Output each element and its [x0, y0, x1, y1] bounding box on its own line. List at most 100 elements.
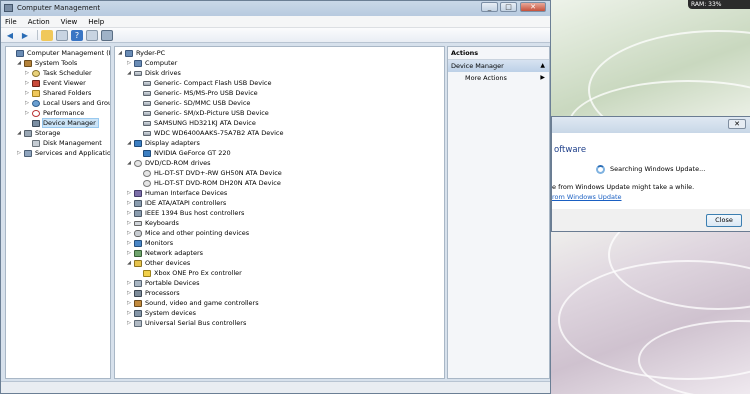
menu-file[interactable]: File	[5, 18, 17, 26]
title-bar[interactable]: Computer Management _ □ ✕	[1, 1, 550, 16]
expand-arrow-icon[interactable]: ▷	[126, 200, 132, 206]
expand-arrow-icon[interactable]: ▷	[24, 70, 30, 76]
console-tree-item[interactable]: ▷ Performance	[24, 108, 84, 118]
device-tree-item[interactable]: HL-DT-ST DVD+-RW GH50N ATA Device	[135, 168, 282, 178]
dialog-close-icon[interactable]: ✕	[728, 119, 746, 129]
device-tree-item[interactable]: ◢ Display adapters	[126, 138, 200, 148]
console-tree-item[interactable]: ▷ Shared Folders	[24, 88, 91, 98]
console-tree-item[interactable]: ▷ Task Scheduler	[24, 68, 92, 78]
device-tree-item[interactable]: WDC WD6400AAKS-75A7B2 ATA Device	[135, 128, 283, 138]
toolbar: ◀ ▶ ?	[1, 28, 550, 43]
device-tree-item[interactable]: HL-DT-ST DVD-ROM DH20N ATA Device	[135, 178, 281, 188]
console-tree-item[interactable]: ◢ Storage	[16, 128, 60, 138]
maximize-button[interactable]: □	[500, 2, 517, 12]
console-tree-item[interactable]: ▷ Services and Applications	[16, 148, 110, 158]
expand-arrow-icon[interactable]: ▷	[24, 90, 30, 96]
expand-arrow-icon[interactable]: ▷	[126, 320, 132, 326]
disp-icon	[134, 139, 142, 147]
up-folder-icon[interactable]	[41, 29, 53, 41]
expand-arrow-icon[interactable]: ▷	[126, 300, 132, 306]
expand-arrow-icon[interactable]: ▷	[126, 220, 132, 226]
close-button[interactable]: ✕	[520, 2, 546, 12]
expand-arrow-icon[interactable]: ▷	[126, 290, 132, 296]
dialog-title-bar[interactable]: ✕	[552, 117, 750, 133]
properties-icon[interactable]	[86, 29, 98, 41]
console-tree-item[interactable]: ▷ Local Users and Groups	[24, 98, 110, 108]
device-tree-item[interactable]: SAMSUNG HD321KJ ATA Device	[135, 118, 256, 128]
menu-view[interactable]: View	[61, 18, 78, 26]
collapse-arrow-icon[interactable]: ◢	[16, 60, 22, 66]
collapse-arrow-icon[interactable]: ▲	[540, 60, 545, 72]
device-tree-item[interactable]: ▷ Computer	[126, 58, 177, 68]
expand-arrow-icon[interactable]: ▷	[126, 230, 132, 236]
help-icon[interactable]: ?	[71, 29, 83, 41]
expand-arrow-icon[interactable]: ▷	[126, 210, 132, 216]
dialog-heading: oftware	[554, 145, 587, 155]
console-tree-item[interactable]: Computer Management (Local	[8, 48, 110, 58]
device-tree-item[interactable]: ◢ Other devices	[126, 258, 190, 268]
expand-arrow-icon[interactable]: ▷	[126, 240, 132, 246]
minimize-button[interactable]: _	[481, 2, 498, 12]
device-tree-item[interactable]: ◢ Ryder-PC	[117, 48, 165, 58]
device-tree-item[interactable]: ▷ Monitors	[126, 238, 173, 248]
expand-arrow-icon[interactable]: ▷	[126, 280, 132, 286]
collapse-arrow-icon[interactable]: ◢	[16, 130, 22, 136]
horizontal-scrollbar[interactable]	[5, 376, 445, 380]
expand-arrow-icon[interactable]: ▷	[24, 100, 30, 106]
expand-arrow-icon[interactable]: ▷	[126, 250, 132, 256]
device-tree-item[interactable]: NVIDIA GeForce GT 220	[135, 148, 231, 158]
device-tree-item[interactable]: ▷ Sound, video and game controllers	[126, 298, 259, 308]
expand-arrow-icon[interactable]: ▷	[126, 60, 132, 66]
back-icon[interactable]: ◀	[4, 30, 16, 41]
scan-hardware-icon[interactable]	[101, 29, 113, 41]
console-tree-item[interactable]: Device Manager	[24, 118, 99, 128]
mouse-icon	[134, 229, 142, 237]
device-tree-item[interactable]: Generic- SD/MMC USB Device	[135, 98, 250, 108]
actions-section-device-manager[interactable]: Device Manager ▲	[448, 60, 549, 72]
device-tree-label: Network adapters	[145, 249, 204, 257]
collapse-arrow-icon[interactable]: ◢	[126, 140, 132, 146]
device-tree-label: Generic- SM/xD-Picture USB Device	[154, 109, 269, 117]
device-tree-label: WDC WD6400AAKS-75A7B2 ATA Device	[154, 129, 284, 137]
collapse-arrow-icon[interactable]: ◢	[126, 160, 132, 166]
device-tree-item[interactable]: Generic- SM/xD-Picture USB Device	[135, 108, 269, 118]
device-tree-item[interactable]: ▷ Human Interface Devices	[126, 188, 227, 198]
device-tree-item[interactable]: ◢ Disk drives	[126, 68, 181, 78]
dialog-close-button[interactable]: Close	[706, 214, 742, 227]
disp-icon	[143, 149, 151, 157]
device-tree-item[interactable]: ▷ Mice and other pointing devices	[126, 228, 249, 238]
mon-icon	[134, 239, 142, 247]
device-tree-item[interactable]: ▷ System devices	[126, 308, 196, 318]
skip-windows-update-link[interactable]: rom Windows Update	[552, 193, 622, 201]
device-tree-label: Sound, video and game controllers	[145, 299, 259, 307]
collapse-arrow-icon[interactable]: ◢	[126, 260, 132, 266]
sound-icon	[134, 299, 142, 307]
menu-action[interactable]: Action	[28, 18, 50, 26]
console-tree-item[interactable]: ▷ Event Viewer	[24, 78, 86, 88]
device-tree-item[interactable]: ▷ Portable Devices	[126, 278, 199, 288]
expand-arrow-icon[interactable]: ▷	[16, 150, 22, 156]
device-tree-item[interactable]: ▷ IEEE 1394 Bus host controllers	[126, 208, 244, 218]
device-tree-item[interactable]: ▷ Processors	[126, 288, 180, 298]
console-tree-item[interactable]: Disk Management	[24, 138, 102, 148]
expand-arrow-icon[interactable]: ▷	[126, 310, 132, 316]
console-tree-item[interactable]: ◢ System Tools	[16, 58, 77, 68]
device-tree-item[interactable]: Generic- Compact Flash USB Device	[135, 78, 272, 88]
device-tree-item[interactable]: Xbox ONE Pro Ex controller	[135, 268, 242, 278]
forward-icon[interactable]: ▶	[19, 30, 31, 41]
device-tree-item[interactable]: ◢ DVD/CD-ROM drives	[126, 158, 211, 168]
device-tree-item[interactable]: ▷ Universal Serial Bus controllers	[126, 318, 246, 328]
expand-arrow-icon[interactable]: ▷	[126, 190, 132, 196]
expand-arrow-icon[interactable]: ▷	[24, 80, 30, 86]
device-tree-item[interactable]: ▷ IDE ATA/ATAPI controllers	[126, 198, 226, 208]
device-tree-item[interactable]: ▷ Keyboards	[126, 218, 179, 228]
device-tree-item[interactable]: ▷ Network adapters	[126, 248, 203, 258]
expand-arrow-icon[interactable]: ▷	[24, 110, 30, 116]
collapse-arrow-icon[interactable]: ◢	[126, 70, 132, 76]
device-tree-item[interactable]: Generic- MS/MS-Pro USB Device	[135, 88, 258, 98]
more-actions-item[interactable]: More Actions ▶	[448, 72, 549, 84]
show-hide-tree-icon[interactable]	[56, 29, 68, 41]
collapse-arrow-icon[interactable]: ◢	[117, 50, 123, 56]
device-tree-label: Generic- MS/MS-Pro USB Device	[154, 89, 258, 97]
menu-help[interactable]: Help	[88, 18, 104, 26]
